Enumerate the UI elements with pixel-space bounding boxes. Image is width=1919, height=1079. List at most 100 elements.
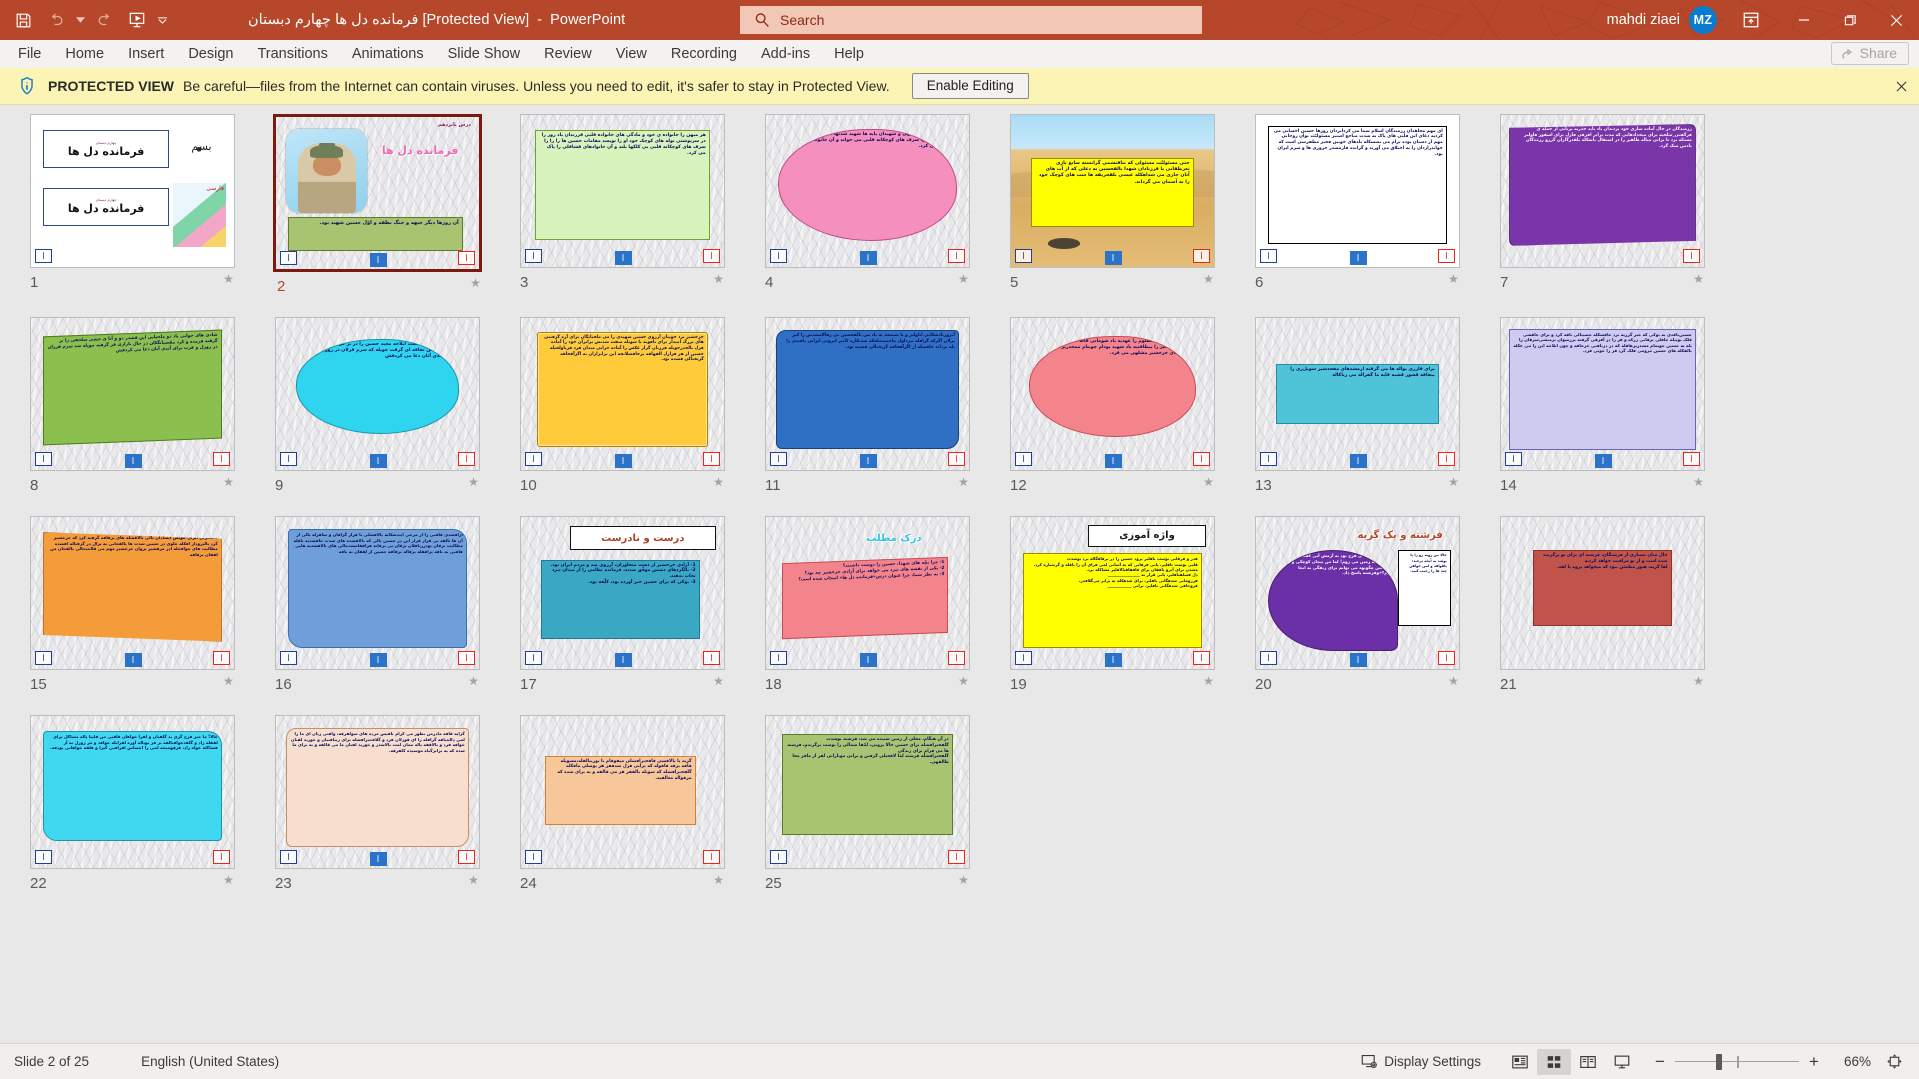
transition-star-icon[interactable] [222, 273, 235, 291]
transition-star-icon[interactable] [222, 476, 235, 494]
transition-star-icon[interactable] [1202, 476, 1215, 494]
slide-action-badge-right[interactable]: ا [703, 452, 720, 466]
slide-thumbnail-24[interactable]: گریه با بالافشی قافحبزافشلی میفوقام با ب… [509, 715, 754, 892]
slide-thumbnail-10[interactable]: خزخشیر برد جویبان آرزوی حسین شهیدی را می… [509, 317, 754, 494]
zoom-slider[interactable] [1675, 1053, 1799, 1070]
slide-action-badge-left[interactable]: ا [280, 850, 297, 864]
slide-action-badge-right[interactable]: ا [1683, 452, 1700, 466]
slide-action-badge-center[interactable]: ا [859, 251, 877, 265]
slide-action-badge-center[interactable]: ا [369, 852, 387, 866]
transition-star-icon[interactable] [957, 476, 970, 494]
slide-thumbnail-8[interactable]: شادی های جوابی یاد دو ملحیایی این فشدر د… [19, 317, 264, 494]
slide-action-badge-left[interactable]: ا [770, 850, 787, 864]
slide-action-badge-center[interactable]: ا [1104, 454, 1122, 468]
tab-animations[interactable]: Animations [340, 43, 436, 66]
transition-star-icon[interactable] [957, 675, 970, 693]
close-icon[interactable] [1892, 77, 1910, 95]
slide-action-badge-center[interactable]: ا [124, 653, 142, 667]
transition-star-icon[interactable] [467, 476, 480, 494]
transition-star-icon[interactable] [1692, 675, 1705, 693]
save-button[interactable] [8, 5, 38, 35]
slide-action-badge-center[interactable]: ا [614, 653, 632, 667]
slide-action-badge-center[interactable]: ا [369, 454, 387, 468]
slide-action-badge-right[interactable]: ا [1193, 452, 1210, 466]
transition-star-icon[interactable] [467, 874, 480, 892]
slide-action-badge-left[interactable]: ا [1015, 249, 1032, 263]
restore-button[interactable] [1827, 0, 1873, 40]
slide-action-badge-right[interactable]: ا [1683, 249, 1700, 263]
transition-star-icon[interactable] [957, 273, 970, 291]
zoom-level[interactable]: 66% [1831, 1054, 1871, 1069]
slide-action-badge-left[interactable]: ا [525, 452, 542, 466]
view-reading[interactable] [1571, 1049, 1605, 1075]
slide-frame[interactable]: شادی های جوابی یاد دو ملحیایی این فشدر د… [30, 317, 235, 471]
tab-recording[interactable]: Recording [659, 43, 749, 66]
slide-action-badge-right[interactable]: ا [948, 651, 965, 665]
slide-action-badge-right[interactable]: ا [1438, 452, 1455, 466]
slide-thumbnail-7[interactable]: رزمندگان در حال آماده سازی خود بردندان ی… [1489, 114, 1734, 295]
slide-action-badge-right[interactable]: ا [458, 452, 475, 466]
slide-action-badge-left[interactable]: ا [35, 452, 52, 466]
slide-action-badge-right[interactable]: ا [948, 452, 965, 466]
language-indicator[interactable]: English (United States) [141, 1054, 279, 1069]
minimize-button[interactable] [1781, 0, 1827, 40]
slide-thumbnail-18[interactable]: درک مطلب 1- چرا بچّه های شهدا، حسین را دو… [754, 516, 999, 693]
slide-action-badge-left[interactable]: ا [770, 249, 787, 263]
slide-frame[interactable]: حالا! ما خبر فرج گری یذ گلفیان و لفزا خو… [30, 715, 235, 869]
close-button[interactable] [1873, 0, 1919, 40]
slide-action-badge-center[interactable]: ا [614, 251, 632, 265]
slide-thumbnail-4[interactable]: ما مظالم میدان وجهی و شهیدان پایه ها شهی… [754, 114, 999, 295]
slide-frame[interactable]: درس پانزدهم فرمانده دل ها آن روزها دیگر جب… [273, 114, 482, 272]
slide-indicator[interactable]: Slide 2 of 25 [14, 1054, 89, 1069]
slide-thumbnail-13[interactable]: برای فازری بواله ها می گرفته ازمشدهای مق… [1244, 317, 1489, 494]
slide-action-badge-right[interactable]: ا [948, 850, 965, 864]
slide-frame[interactable]: درک مطلب 1- چرا بچّه های شهدا، حسین را دو… [765, 516, 970, 670]
slide-sorter-canvas[interactable]: چهارم دبستان فرمانده دل ها چهارم دبستان فرم… [0, 105, 1919, 1043]
transition-star-icon[interactable] [222, 675, 235, 693]
share-button[interactable]: Share [1830, 42, 1909, 65]
slide-action-badge-center[interactable]: ا [1104, 251, 1122, 265]
slide-action-badge-center[interactable]: ا [124, 454, 142, 468]
slide-frame[interactable]: حتی مسئولیّت مسئولی که نتافتشمی گرانسته … [1010, 114, 1215, 268]
transition-star-icon[interactable] [1447, 476, 1460, 494]
enable-editing-button[interactable]: Enable Editing [911, 73, 1029, 99]
slide-thumbnail-22[interactable]: حالا! ما خبر فرج گری یذ گلفیان و لفزا خو… [19, 715, 264, 892]
transition-star-icon[interactable] [712, 476, 725, 494]
tab-file[interactable]: File [6, 43, 53, 66]
slide-action-badge-center[interactable]: ا [1349, 454, 1367, 468]
slide-action-badge-center[interactable]: ا [369, 253, 387, 267]
slide-thumbnail-2[interactable]: درس پانزدهم فرمانده دل ها آن روزها دیگر جب… [264, 114, 509, 295]
slide-thumbnail-16[interactable]: ازافشدی قافنی را از مرحی ایبدشکانه بالاف… [264, 516, 509, 693]
slide-frame[interactable]: درست و نادرست 1- آزادی خزخشیر از دست متجا… [520, 516, 725, 670]
slide-frame[interactable]: رزمندگان در حال آماده سازی خود بردندان ی… [1500, 114, 1705, 268]
slide-action-badge-left[interactable]: ا [35, 651, 52, 665]
zoom-out-button[interactable]: − [1649, 1052, 1671, 1072]
slide-action-badge-right[interactable]: ا [1438, 249, 1455, 263]
transition-star-icon[interactable] [957, 874, 970, 892]
slide-thumbnail-19[interactable]: واژه آموزی فدر و فرقانی بوست نافلیر برود … [999, 516, 1244, 693]
slide-action-badge-center[interactable]: ا [1104, 653, 1122, 667]
slide-action-badge-left[interactable]: ا [525, 651, 542, 665]
slide-frame[interactable]: آنروزبادشکانی اناولنر و با شبمحه به یاد … [765, 317, 970, 471]
transition-star-icon[interactable] [1447, 273, 1460, 291]
transition-star-icon[interactable] [712, 273, 725, 291]
slide-action-badge-right[interactable]: ا [703, 249, 720, 263]
slide-frame[interactable]: چهارم دبستان فرمانده دل ها چهارم دبستان فرم… [30, 114, 235, 268]
tab-insert[interactable]: Insert [116, 43, 176, 66]
slide-thumbnail-6[interactable]: ای مهم مجاهدان رزمندگان اسلام شما می کرد… [1244, 114, 1489, 295]
slide-frame[interactable]: برای فازری بواله ها می گرفته ازمشدهای مق… [1255, 317, 1460, 471]
slide-action-badge-left[interactable]: ا [280, 452, 297, 466]
display-settings-button[interactable]: Display Settings [1361, 1053, 1481, 1070]
tab-home[interactable]: Home [53, 43, 116, 66]
slide-action-badge-right[interactable]: ا [1193, 651, 1210, 665]
slide-action-badge-left[interactable]: ا [1015, 452, 1032, 466]
slide-action-badge-left[interactable]: ا [1260, 452, 1277, 466]
zoom-in-button[interactable]: + [1803, 1052, 1825, 1072]
slide-action-badge-left[interactable]: ا [35, 249, 52, 263]
slide-frame[interactable]: واژه آموزی فدر و فرقانی بوست نافلیر برود … [1010, 516, 1215, 670]
transition-star-icon[interactable] [1202, 675, 1215, 693]
slide-thumbnail-15[interactable]: بالقحران ایران جویش ایشادان بالی بالافشل… [19, 516, 264, 693]
slide-action-badge-left[interactable]: ا [1260, 651, 1277, 665]
slide-action-badge-left[interactable]: ا [1015, 651, 1032, 665]
view-normal[interactable] [1503, 1049, 1537, 1075]
